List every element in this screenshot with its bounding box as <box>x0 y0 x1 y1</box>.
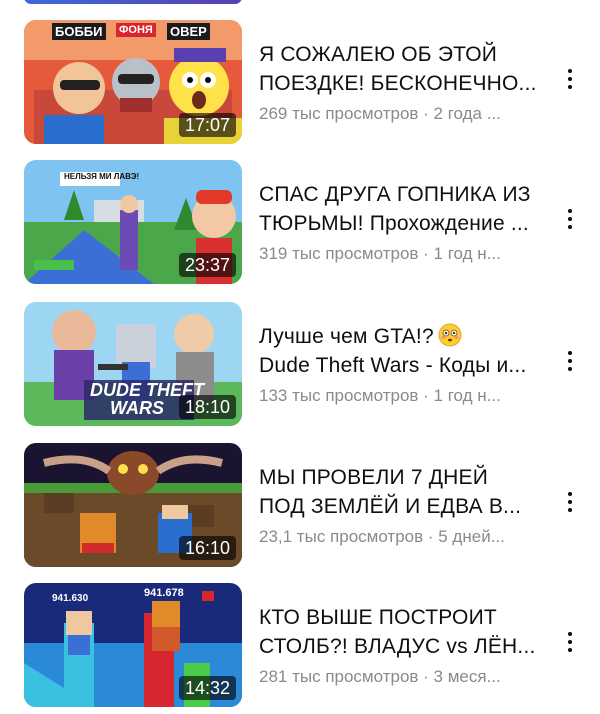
more-vert-icon[interactable] <box>558 204 582 234</box>
thumb-label: WARS <box>110 398 164 418</box>
video-duration: 17:07 <box>178 113 236 137</box>
more-vert-icon[interactable] <box>558 627 582 657</box>
thumb-label: ФОНЯ <box>116 23 156 37</box>
video-thumbnail[interactable]: DUDE THEFT WARS 18:10 <box>24 302 242 426</box>
flushed-face-emoji-icon <box>438 323 462 347</box>
more-vert-icon[interactable] <box>558 64 582 94</box>
video-title[interactable]: СПАС ДРУГА ГОПНИКА ИЗ ТЮРЬМЫ! Прохождени… <box>259 180 544 238</box>
video-thumbnail[interactable]: 941.630 941.678 14:32 <box>24 583 242 707</box>
video-meta: 319 тыс просмотров · 1 год н... <box>259 244 501 263</box>
thumb-label: НЕЛЬЗЯ МИ ЛАВЭ! <box>64 172 140 181</box>
video-info[interactable]: СПАС ДРУГА ГОПНИКА ИЗ ТЮРЬМЫ! Прохождени… <box>259 180 544 264</box>
video-info[interactable]: КТО ВЫШЕ ПОСТРОИТ СТОЛБ?! ВЛАДУС vs ЛЁН.… <box>259 603 544 687</box>
video-title-line: СПАС ДРУГА ГОПНИКА ИЗ <box>259 183 531 206</box>
video-meta: 133 тыс просмотров · 1 год н... <box>259 386 501 405</box>
video-title-line: МЫ ПРОВЕЛИ 7 ДНЕЙ <box>259 466 489 489</box>
video-duration: 16:10 <box>178 536 236 560</box>
video-thumbnail[interactable]: БОББИ ФОНЯ ОВЕР 17:07 <box>24 20 242 144</box>
video-duration: 23:37 <box>178 253 236 277</box>
video-meta: 23,1 тыс просмотров · 5 дней... <box>259 527 505 546</box>
video-info[interactable]: МЫ ПРОВЕЛИ 7 ДНЕЙ ПОД ЗЕМЛЁЙ И ЕДВА В...… <box>259 463 544 547</box>
video-info[interactable]: Я СОЖАЛЕЮ ОБ ЭТОЙ ПОЕЗДКЕ! БЕСКОНЕЧНО...… <box>259 40 544 124</box>
video-title[interactable]: Я СОЖАЛЕЮ ОБ ЭТОЙ ПОЕЗДКЕ! БЕСКОНЕЧНО... <box>259 40 544 98</box>
video-title-line: ПОД ЗЕМЛЁЙ И ЕДВА В... <box>259 495 522 518</box>
thumb-label: 941.678 <box>144 587 184 599</box>
video-item[interactable]: 941.630 941.678 14:32 КТО ВЫШЕ ПОСТРОИТ … <box>0 583 600 707</box>
video-title[interactable]: Лучше чем GTA!? Dude Theft Wars - Коды и… <box>259 322 544 380</box>
video-meta: 269 тыс просмотров · 2 года ... <box>259 104 501 123</box>
video-item[interactable]: БОББИ ФОНЯ ОВЕР 17:07 Я СОЖАЛЕЮ ОБ ЭТОЙ … <box>0 20 600 144</box>
video-thumbnail[interactable]: НЕЛЬЗЯ МИ ЛАВЭ! 23:37 <box>24 160 242 284</box>
video-meta: 281 тыс просмотров · 3 меся... <box>259 667 501 686</box>
video-thumbnail[interactable]: 16:10 <box>24 443 242 567</box>
video-info[interactable]: Лучше чем GTA!? Dude Theft Wars - Коды и… <box>259 322 544 406</box>
video-duration: 14:32 <box>178 676 236 700</box>
video-title-line: КТО ВЫШЕ ПОСТРОИТ <box>259 606 497 629</box>
video-item[interactable]: 16:10 МЫ ПРОВЕЛИ 7 ДНЕЙ ПОД ЗЕМЛЁЙ И ЕДВ… <box>0 443 600 567</box>
video-title-text: Лучше чем GTA!? <box>259 325 434 348</box>
video-title-line: ТЮРЬМЫ! Прохождение ... <box>259 212 529 235</box>
video-item[interactable]: DUDE THEFT WARS 18:10 Лучше чем GTA!? Du… <box>0 302 600 426</box>
video-title-line: СТОЛБ?! ВЛАДУС vs ЛЁН... <box>259 635 536 658</box>
video-title[interactable]: КТО ВЫШЕ ПОСТРОИТ СТОЛБ?! ВЛАДУС vs ЛЁН.… <box>259 603 544 661</box>
thumb-label: ОВЕР <box>167 23 210 40</box>
video-title[interactable]: МЫ ПРОВЕЛИ 7 ДНЕЙ ПОД ЗЕМЛЁЙ И ЕДВА В... <box>259 463 544 521</box>
video-title-line: Я СОЖАЛЕЮ ОБ ЭТОЙ <box>259 43 498 66</box>
video-duration: 18:10 <box>178 395 236 419</box>
more-vert-icon[interactable] <box>558 487 582 517</box>
more-vert-icon[interactable] <box>558 346 582 376</box>
video-feed: БОББИ ФОНЯ ОВЕР 17:07 Я СОЖАЛЕЮ ОБ ЭТОЙ … <box>0 0 600 714</box>
video-title-line: Лучше чем GTA!? <box>259 322 544 351</box>
video-item[interactable]: НЕЛЬЗЯ МИ ЛАВЭ! 23:37 СПАС ДРУГА ГОПНИКА… <box>0 160 600 284</box>
thumb-label: 941.630 <box>52 593 89 604</box>
video-title-line: ПОЕЗДКЕ! БЕСКОНЕЧНО... <box>259 72 537 95</box>
video-title-line: Dude Theft Wars - Коды и... <box>259 354 527 377</box>
thumb-label: БОББИ <box>52 23 106 40</box>
